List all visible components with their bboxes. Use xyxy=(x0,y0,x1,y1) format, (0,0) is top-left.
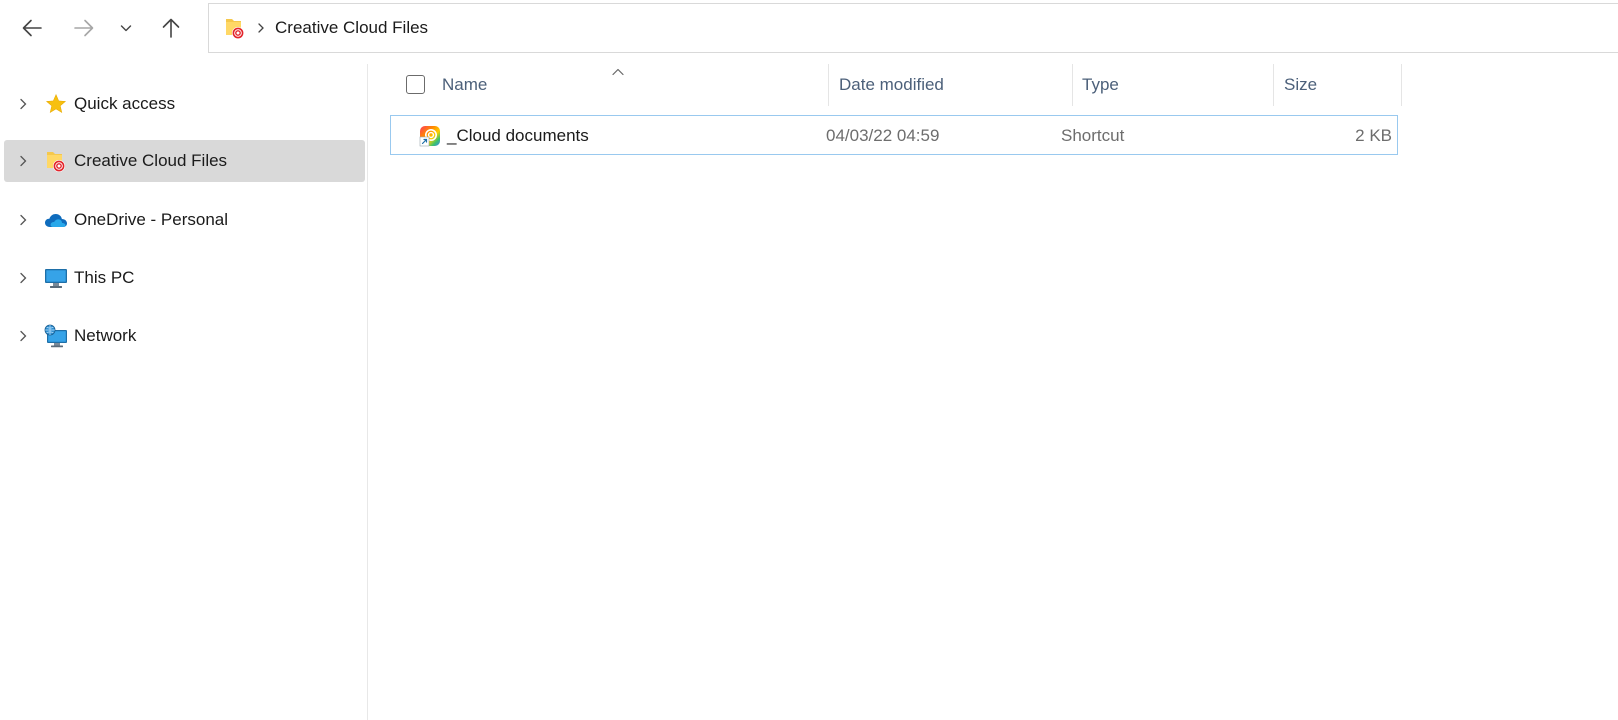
sidebar-item-label: OneDrive - Personal xyxy=(74,210,229,229)
column-divider[interactable] xyxy=(1401,64,1402,106)
forward-button[interactable] xyxy=(66,10,102,46)
column-header-date-modified[interactable]: Date modified xyxy=(839,75,944,95)
arrow-up-icon xyxy=(160,17,182,39)
chevron-right-icon[interactable] xyxy=(16,271,30,285)
chevron-right-icon xyxy=(255,22,267,34)
recent-locations-button[interactable] xyxy=(113,10,139,46)
column-header-type[interactable]: Type xyxy=(1082,75,1119,95)
column-divider[interactable] xyxy=(828,64,829,106)
back-button[interactable] xyxy=(14,10,50,46)
sidebar-item-quick-access[interactable]: Quick access xyxy=(4,83,365,125)
chevron-down-icon xyxy=(120,22,132,34)
creative-cloud-folder-icon xyxy=(223,16,247,40)
sidebar-item-network[interactable]: Network xyxy=(4,315,365,357)
monitor-icon xyxy=(44,266,68,290)
column-header-size[interactable]: Size xyxy=(1284,75,1317,95)
sidebar-item-onedrive[interactable]: OneDrive - Personal xyxy=(4,199,365,241)
chevron-right-icon[interactable] xyxy=(16,213,30,227)
star-icon xyxy=(44,92,68,116)
column-header-row: Name Date modified Type Size xyxy=(368,64,1402,106)
file-size: 2 KB xyxy=(1355,126,1392,145)
sidebar-item-this-pc[interactable]: This PC xyxy=(4,257,365,299)
sidebar-item-label: Quick access xyxy=(74,94,176,113)
select-all-checkbox[interactable] xyxy=(406,75,425,94)
creative-cloud-folder-icon xyxy=(44,149,68,173)
column-header-name[interactable]: Name xyxy=(442,75,487,95)
chevron-right-icon[interactable] xyxy=(16,329,30,343)
sidebar-item-creative-cloud-files[interactable]: Creative Cloud Files xyxy=(4,140,365,182)
sidebar-item-label: Creative Cloud Files xyxy=(74,151,228,170)
sidebar-item-label: This PC xyxy=(74,268,135,287)
arrow-right-icon xyxy=(73,17,95,39)
sort-ascending-icon xyxy=(611,64,625,76)
column-divider[interactable] xyxy=(1072,64,1073,106)
table-row[interactable]: _Cloud documents 04/03/22 04:59 Shortcut… xyxy=(390,115,1398,155)
column-divider[interactable] xyxy=(1273,64,1274,106)
creative-cloud-shortcut-icon xyxy=(419,125,441,147)
chevron-right-icon[interactable] xyxy=(16,154,30,168)
navigation-pane: Quick access Creative Cloud Files OneDri… xyxy=(0,64,368,720)
file-type: Shortcut xyxy=(1061,126,1125,145)
navigation-bar: Creative Cloud Files xyxy=(0,0,1618,56)
file-name: _Cloud documents xyxy=(447,126,589,145)
details-pane: Name Date modified Type Size _Cloud docu… xyxy=(368,64,1618,720)
sidebar-item-label: Network xyxy=(74,326,137,345)
file-date-modified: 04/03/22 04:59 xyxy=(826,126,940,145)
address-bar[interactable]: Creative Cloud Files xyxy=(208,3,1618,53)
arrow-left-icon xyxy=(21,17,43,39)
chevron-right-icon[interactable] xyxy=(16,97,30,111)
onedrive-cloud-icon xyxy=(44,208,68,232)
up-button[interactable] xyxy=(153,10,189,46)
breadcrumb-item[interactable]: Creative Cloud Files xyxy=(275,18,428,38)
network-icon xyxy=(44,324,68,348)
